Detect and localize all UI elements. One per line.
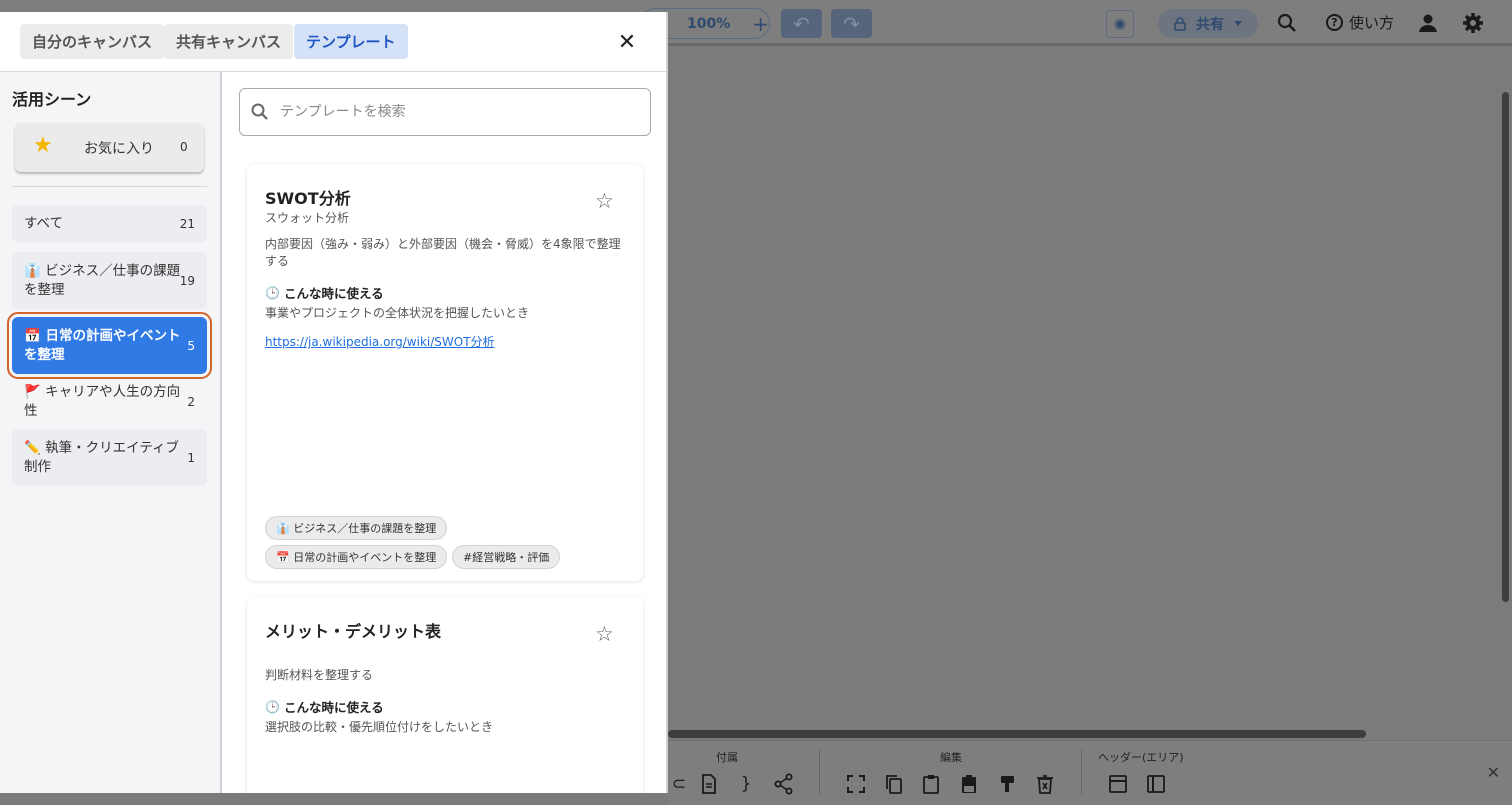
- template-dialog: 自分のキャンバス 共有キャンバス テンプレート ✕ 活用シーン ★ お気に入り …: [0, 12, 668, 793]
- sidebar-item-label: すべて: [24, 215, 64, 231]
- close-toolbar-icon[interactable]: ✕: [1487, 763, 1500, 782]
- sidebar-item-business[interactable]: 👔 ビジネス／仕事の課題を整理 19: [12, 252, 207, 309]
- share-label: 共有: [1196, 16, 1224, 33]
- category-tag[interactable]: 👔 ビジネス／仕事の課題を整理: [265, 516, 448, 540]
- category-tag[interactable]: 📅 日常の計画やイベントを整理: [265, 545, 448, 569]
- header-row-icon[interactable]: [1107, 773, 1129, 795]
- use-case-heading-label: こんな時に使える: [283, 286, 384, 301]
- template-title: メリット・デメリット表: [265, 622, 442, 641]
- lock-icon: [1174, 16, 1186, 31]
- close-dialog-button[interactable]: ✕: [616, 32, 638, 54]
- favorites-button[interactable]: ★ お気に入り 0: [15, 123, 204, 172]
- undo-icon: ↶: [793, 11, 810, 36]
- sidebar-item-count: 19: [179, 273, 195, 288]
- use-case-heading-label: こんな時に使える: [283, 700, 384, 715]
- delete-icon[interactable]: [1034, 773, 1056, 795]
- use-case-text: 選択肢の比較・優先順位付けをしたいとき: [265, 720, 494, 734]
- tab-shared-canvas[interactable]: 共有キャンバス: [164, 24, 294, 59]
- sidebar-item-all[interactable]: すべて 21: [12, 205, 207, 242]
- toolbar-divider: [819, 749, 820, 795]
- link-icon[interactable]: ⊂: [668, 773, 690, 795]
- undo-button[interactable]: ↶: [781, 9, 822, 38]
- redo-icon: ↷: [843, 11, 860, 36]
- tab-templates[interactable]: テンプレート: [294, 24, 408, 59]
- paste-icon[interactable]: [920, 773, 942, 795]
- group-label-edit: 編集: [940, 751, 962, 764]
- select-all-icon[interactable]: [845, 773, 867, 795]
- sidebar-item-count: 2: [187, 394, 195, 409]
- camera-icon: ◉: [1113, 16, 1127, 32]
- use-case-text: 事業やプロジェクトの全体状況を把握したいとき: [265, 306, 530, 320]
- template-title: SWOT分析: [265, 189, 351, 208]
- favorites-label: お気に入り: [84, 141, 154, 157]
- header-column-icon[interactable]: [1145, 773, 1167, 795]
- template-search-input[interactable]: [280, 99, 640, 125]
- help-button[interactable]: ? 使い方: [1326, 12, 1394, 33]
- brace-icon[interactable]: }: [735, 773, 757, 795]
- use-case-heading: 🕒 こんな時に使える: [265, 697, 384, 716]
- help-label: 使い方: [1349, 14, 1395, 32]
- format-paint-icon[interactable]: [996, 773, 1018, 795]
- hashtag-tag[interactable]: #経営戦略・評価: [452, 545, 561, 569]
- caret-down-icon: [1234, 20, 1242, 26]
- sidebar-divider: [12, 186, 207, 187]
- dialog-header: 自分のキャンバス 共有キャンバス テンプレート ✕: [0, 12, 666, 72]
- toolbar-divider: [1081, 749, 1082, 795]
- clock-icon: 🕒: [265, 285, 280, 300]
- template-subtitle: スウォット分析: [265, 211, 350, 225]
- search-icon: [251, 103, 268, 120]
- sidebar-title: 活用シーン: [12, 90, 92, 109]
- template-description: 判断材料を整理する: [265, 668, 374, 682]
- user-icon[interactable]: [1418, 13, 1438, 33]
- favorite-star-icon[interactable]: ☆: [595, 191, 614, 212]
- star-filled-icon: ★: [33, 133, 53, 158]
- bottom-toolbar: 付属 ⊂ } 編集 ヘッダー(エリア) ✕: [668, 740, 1512, 805]
- favorite-star-icon[interactable]: ☆: [595, 624, 614, 645]
- sidebar-item-label: 📅 日常の計画やイベントを整理: [24, 327, 181, 363]
- reference-link[interactable]: https://ja.wikipedia.org/wiki/SWOT分析: [265, 333, 495, 350]
- template-list: SWOT分析 スウォット分析 ☆ 内部要因（強み・弱み）と外部要因（機会・脅威）…: [222, 72, 666, 793]
- screenshot-button[interactable]: ◉: [1106, 10, 1134, 38]
- group-label-header-area: ヘッダー(エリア): [1098, 751, 1184, 764]
- sidebar-item-creative[interactable]: ✏️ 執筆・クリエイティブ制作 1: [12, 429, 207, 486]
- tab-my-canvas[interactable]: 自分のキャンバス: [20, 24, 165, 59]
- zoom-in-button[interactable]: +: [752, 12, 769, 36]
- gear-icon[interactable]: [1462, 12, 1484, 34]
- sidebar-item-daily-planning[interactable]: 📅 日常の計画やイベントを整理 5: [7, 312, 212, 379]
- vertical-scrollbar[interactable]: [1502, 92, 1509, 602]
- use-case-heading: 🕒 こんな時に使える: [265, 283, 384, 302]
- category-sidebar: 活用シーン ★ お気に入り 0 すべて 21 👔 ビジネス／仕事の課題を整理 1…: [0, 72, 222, 793]
- sidebar-item-label: 🚩 キャリアや人生の方向性: [24, 383, 181, 419]
- zoom-level: 100%: [687, 15, 731, 32]
- share-nodes-icon[interactable]: [773, 773, 795, 795]
- template-description: 内部要因（強み・弱み）と外部要因（機会・脅威）を4象限で整理する: [265, 237, 621, 268]
- sidebar-item-count: 1: [187, 450, 195, 465]
- search-box[interactable]: [239, 88, 651, 136]
- sidebar-item-label: 👔 ビジネス／仕事の課題を整理: [24, 262, 181, 298]
- share-button[interactable]: 共有: [1158, 9, 1258, 38]
- template-card[interactable]: SWOT分析 スウォット分析 ☆ 内部要因（強み・弱み）と外部要因（機会・脅威）…: [247, 164, 643, 581]
- search-icon[interactable]: [1277, 13, 1297, 33]
- sidebar-item-count: 21: [179, 216, 195, 231]
- sidebar-item-career[interactable]: 🚩 キャリアや人生の方向性 2: [12, 383, 207, 420]
- favorites-count: 0: [180, 140, 188, 154]
- sidebar-item-label: ✏️ 執筆・クリエイティブ制作: [24, 439, 180, 475]
- copy-icon[interactable]: [883, 773, 905, 795]
- redo-button[interactable]: ↷: [831, 9, 872, 38]
- group-label-attachment: 付属: [716, 751, 738, 764]
- document-icon[interactable]: [698, 773, 720, 795]
- paste-text-icon[interactable]: [958, 773, 980, 795]
- sidebar-item-count: 5: [187, 338, 195, 353]
- horizontal-scrollbar[interactable]: [668, 730, 1366, 738]
- template-card[interactable]: メリット・デメリット表 ☆ 判断材料を整理する 🕒 こんな時に使える 選択肢の比…: [247, 597, 643, 793]
- help-icon: ?: [1326, 14, 1343, 31]
- clock-icon: 🕒: [265, 699, 280, 714]
